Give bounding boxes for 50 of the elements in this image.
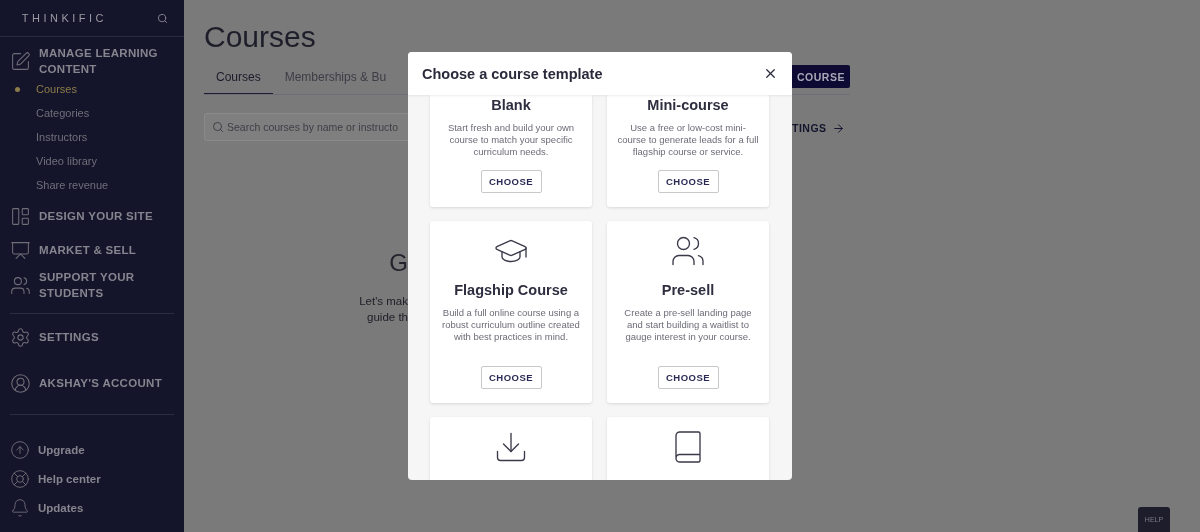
card-description: Start fresh and build your own course to match your specific curriculum needs. [446,121,576,158]
sidebar-link[interactable]: Updates [38,501,84,514]
bell-icon [10,497,30,518]
sidebar-section[interactable]: SUPPORT YOUR STUDENTS [39,269,174,301]
choose-button[interactable]: CHOOSE [480,170,542,193]
card-description: Create a pre-sell landing page and start building a waitlist to gauge interest in your course. [623,306,753,343]
card-description: Build a full online course using a robust curriculum outline created with best practices in mind. [441,306,581,343]
dialog-title: Choose a course template [422,65,603,82]
card-title: Blank [491,95,531,114]
sidebar-item[interactable]: Categories [0,101,184,125]
search-icon[interactable] [157,12,168,24]
arrow-up-icon [10,439,30,460]
sidebar-section[interactable]: MARKET & SELL [39,242,137,258]
search-icon [212,121,224,133]
sidebar-item[interactable]: Courses [0,77,184,101]
card-title: Pre-sell [661,280,715,299]
settings-icon [10,326,31,348]
search-field[interactable]: Search courses by name or instructo [204,113,408,141]
layout-icon [10,205,31,227]
sidebar-link[interactable]: Help center [38,472,101,485]
choose-button[interactable]: CHOOSE [657,170,719,193]
sidebar-item[interactable]: Share revenue [0,173,184,197]
lifebuoy-icon [10,468,30,489]
sidebar-section[interactable]: DESIGN YOUR SITE [39,208,153,224]
card-title: Mini-course [647,95,729,114]
choose-button[interactable]: CHOOSE [657,366,719,389]
choose-button[interactable]: CHOOSE [480,366,542,389]
sidebar-section[interactable]: AKSHAY'S ACCOUNT [39,375,162,391]
sidebar-link[interactable]: Upgrade [38,443,85,456]
card-title: Flagship Course [454,280,568,299]
sidebar-section[interactable]: MANAGE LEARNING CONTENT [39,45,174,77]
empty-text: Let's mak [359,294,408,309]
tab[interactable]: Memberships & Bu [272,60,399,94]
logo[interactable]: THINKIFIC [21,12,107,24]
sidebar-item[interactable]: Video library [0,149,184,173]
pen-icon [10,50,31,72]
empty-text: guide th [367,310,408,325]
settings-link[interactable]: TINGS [792,121,845,135]
close-button[interactable] [763,66,778,81]
empty-heading: G [389,249,408,277]
new-course-button[interactable]: COURSE [792,65,850,88]
tab[interactable]: Courses [204,60,273,94]
presentation-icon [10,239,31,261]
arrow-right-icon [831,121,845,135]
user-icon [10,372,31,394]
sidebar-item[interactable]: Instructors [0,125,184,149]
card-description: Use a free or low-cost mini-course to generate leads for a full flagship course or service. [617,121,759,158]
sidebar-section[interactable]: SETTINGS [39,329,99,345]
page-title: Courses [203,19,317,55]
people-icon [10,274,31,296]
